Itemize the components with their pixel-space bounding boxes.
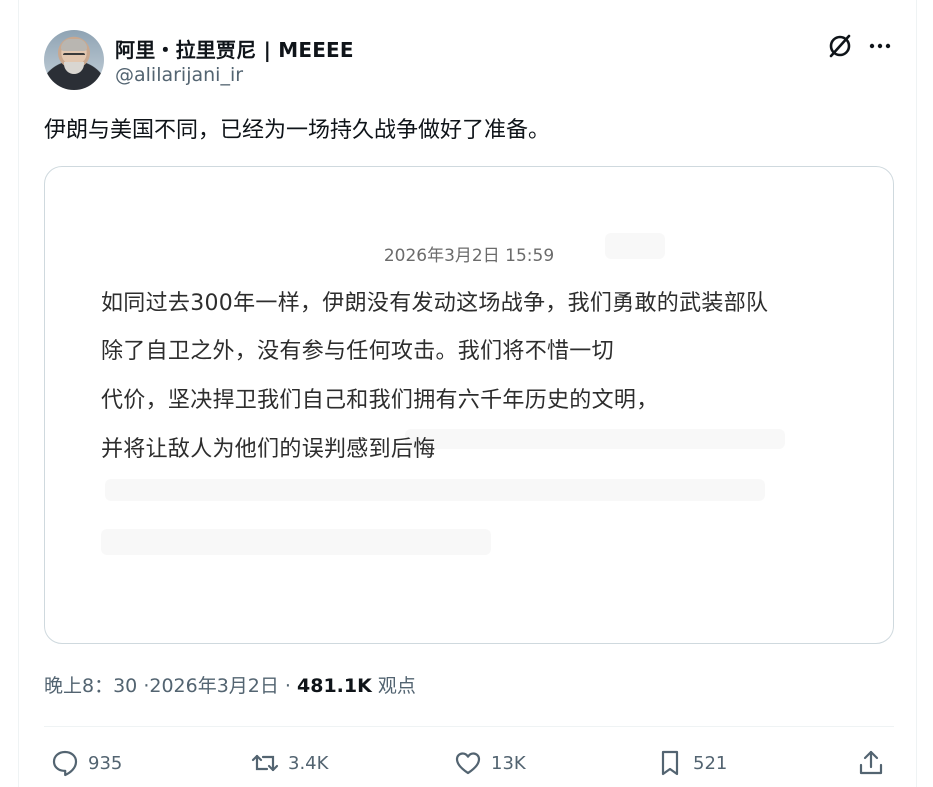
author-handle[interactable]: @alilarijani_ir: [115, 64, 243, 86]
faded-background-text: [101, 529, 491, 555]
tweet-date[interactable]: ·2026年3月2日 ·: [143, 675, 291, 697]
tweet-text: 伊朗与美国不同，已经为一场持久战争做好了准备。: [44, 118, 551, 143]
bookmark-button[interactable]: 521: [655, 745, 727, 781]
like-button[interactable]: 13K: [453, 745, 526, 781]
repost-button[interactable]: 3.4K: [250, 745, 328, 781]
grok-icon[interactable]: [826, 32, 854, 60]
card-text-line: 并将让敌人为他们的误判感到后悔: [101, 437, 436, 462]
card-text-line: 除了自卫之外，没有参与任何攻击。我们将不惜一切: [101, 339, 614, 364]
card-text-line: 如同过去300年一样，伊朗没有发动这场战争，我们勇敢的武装部队: [101, 291, 769, 316]
heart-icon: [455, 752, 481, 775]
bookmark-count: 521: [693, 752, 728, 774]
avatar-beard: [64, 62, 84, 74]
reply-icon: [52, 750, 78, 777]
like-count: 13K: [491, 752, 526, 774]
faded-background-text: [405, 429, 785, 449]
tweet-time[interactable]: 晚上8：30: [44, 675, 137, 697]
quote-image-card[interactable]: 2026年3月2日 15:59 如同过去300年一样，伊朗没有发动这场战争，我们…: [44, 166, 894, 644]
bookmark-icon: [661, 750, 679, 776]
avatar[interactable]: [44, 30, 104, 90]
views-count: 481.1K: [297, 675, 372, 697]
share-button[interactable]: [856, 745, 886, 781]
author-display-name[interactable]: 阿里・拉里贾尼 | MEEEE: [115, 34, 354, 63]
repost-count: 3.4K: [288, 752, 329, 774]
views-label: 观点: [377, 675, 416, 697]
card-date: 2026年3月2日 15:59: [383, 246, 555, 266]
divider: [44, 726, 894, 727]
reply-count: 935: [88, 752, 123, 774]
tweet-meta: 晚上8：30 ·2026年3月2日 · 481.1K 观点: [44, 671, 416, 698]
repost-icon: [251, 754, 279, 772]
more-icon[interactable]: [866, 32, 894, 60]
faded-background-text: [105, 479, 765, 501]
avatar-hair: [61, 39, 87, 51]
reply-button[interactable]: 935: [50, 745, 122, 781]
avatar-glasses: [63, 53, 85, 61]
share-icon: [859, 750, 883, 775]
card-text-line: 代价，坚决捍卫我们自己和我们拥有六千年历史的文明，: [101, 388, 659, 413]
